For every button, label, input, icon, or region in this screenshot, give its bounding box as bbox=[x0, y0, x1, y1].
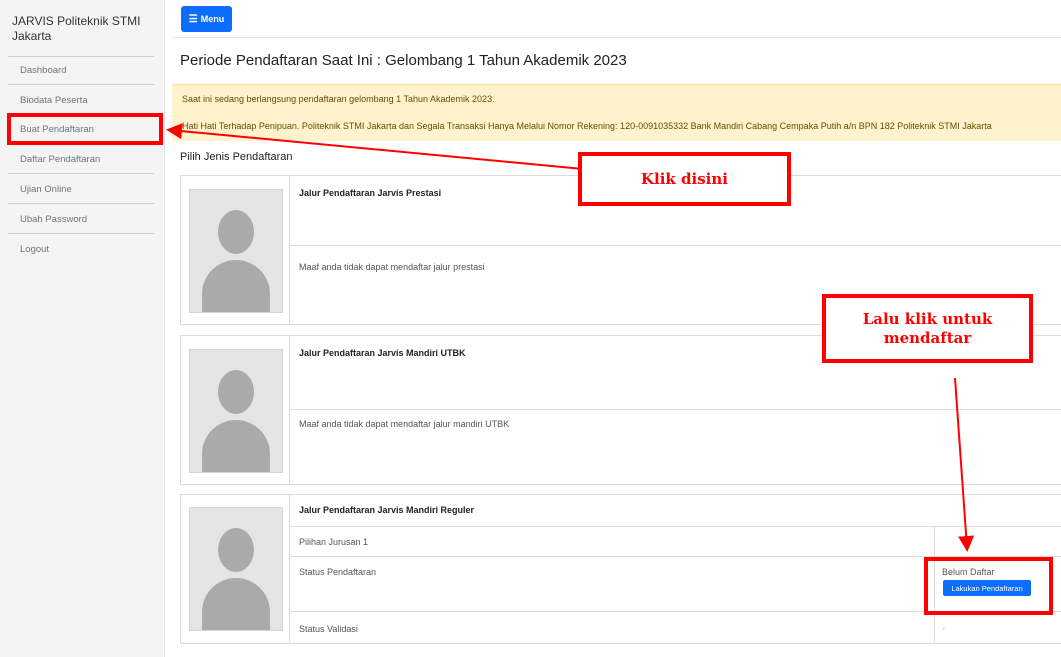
arrow-to-button bbox=[954, 377, 975, 552]
callout-klik-disini: Klik disini bbox=[578, 152, 791, 206]
arrow-to-sidebar bbox=[166, 123, 584, 170]
highlight-register-button bbox=[924, 557, 1053, 615]
callout-lalu-klik: Lalu klik untuk mendaftar bbox=[822, 294, 1033, 363]
